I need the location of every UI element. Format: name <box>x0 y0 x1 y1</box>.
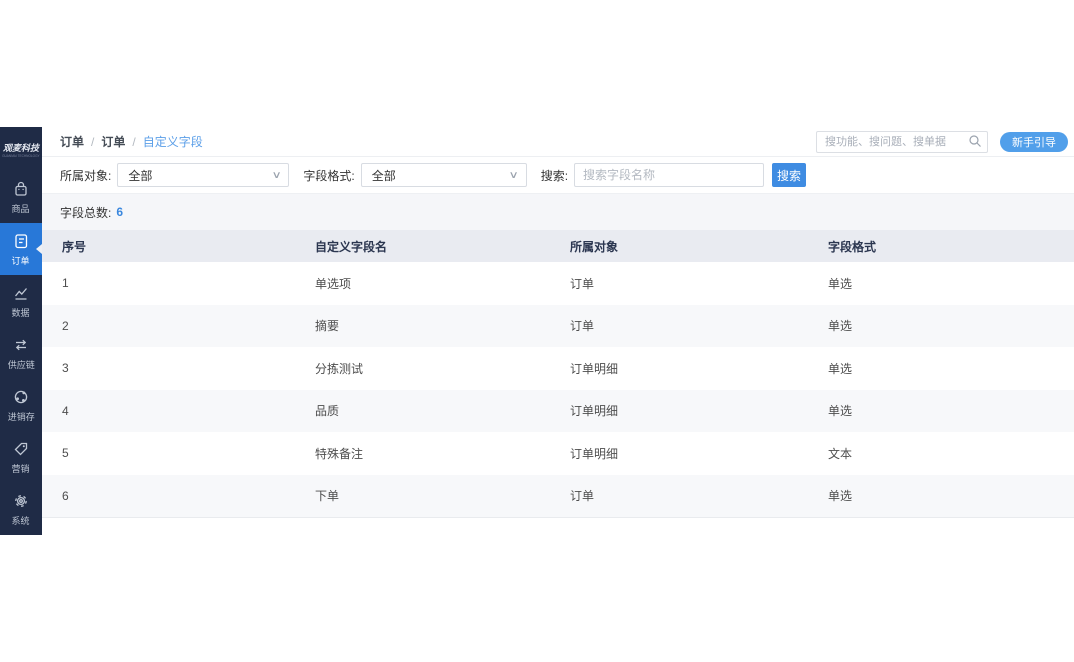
breadcrumb-separator: / <box>91 135 94 149</box>
table-cell: 下单 <box>310 487 565 504</box>
topbar-right: 新手引导 <box>816 131 1068 153</box>
sidebar-item-label: 供应链 <box>7 357 34 370</box>
sidebar-item-label: 数据 <box>12 305 30 318</box>
table-cell: 单选 <box>823 275 1074 292</box>
table-cell: 订单明细 <box>565 445 823 462</box>
chart-icon <box>12 284 30 302</box>
filter-bar: 所属对象: 全部 ∨ 字段格式: 全部 ∨ 搜索: 搜索 <box>42 157 1074 194</box>
table-cell: 订单明细 <box>565 402 823 419</box>
sidebar-item-label: 订单 <box>12 253 30 266</box>
sidebar-item-bag[interactable]: 商品 <box>0 171 42 223</box>
fields-table: 序号自定义字段名所属对象字段格式 1单选项订单单选2摘要订单单选3分拣测试订单明… <box>42 230 1074 518</box>
brand-logo: 观麦科技 GUANMAI TECHNOLOGY <box>0 127 42 171</box>
sidebar-item-exchange[interactable]: 供应链 <box>0 327 42 379</box>
table-cell: 6 <box>42 489 310 503</box>
table-row[interactable]: 2摘要订单单选 <box>42 305 1074 348</box>
owner-filter-label: 所属对象: <box>60 167 111 184</box>
main-content: 订单 / 订单 / 自定义字段 新手引导 <box>42 127 1074 535</box>
table-cell: 摘要 <box>310 317 565 334</box>
field-search-input[interactable] <box>574 163 764 187</box>
brand-name: 观麦科技 <box>3 141 39 154</box>
exchange-icon <box>12 336 30 354</box>
table-row[interactable]: 4品质订单明细单选 <box>42 390 1074 433</box>
table-cell: 2 <box>42 319 310 333</box>
table-cell: 单选项 <box>310 275 565 292</box>
field-count-label: 字段总数: <box>60 204 111 221</box>
gear-icon <box>12 492 30 510</box>
breadcrumb-item[interactable]: 订单 <box>101 133 125 150</box>
table-row[interactable]: 5特殊备注订单明细文本 <box>42 432 1074 475</box>
app-window: 观麦科技 GUANMAI TECHNOLOGY 商品订单数据供应链进销存营销系统… <box>0 127 1074 535</box>
search-button[interactable]: 搜索 <box>772 163 806 187</box>
breadcrumb-item[interactable]: 订单 <box>60 133 84 150</box>
format-filter-label: 字段格式: <box>303 167 354 184</box>
column-header: 所属对象 <box>565 238 823 255</box>
owner-filter-value: 全部 <box>128 167 152 184</box>
table-cell: 单选 <box>823 317 1074 334</box>
table-body: 1单选项订单单选2摘要订单单选3分拣测试订单明细单选4品质订单明细单选5特殊备注… <box>42 262 1074 518</box>
breadcrumb-separator: / <box>132 135 135 149</box>
table-cell: 订单 <box>565 317 823 334</box>
table-cell: 分拣测试 <box>310 360 565 377</box>
table-cell: 订单明细 <box>565 360 823 377</box>
column-header: 字段格式 <box>823 238 1074 255</box>
global-search <box>816 131 988 153</box>
sidebar: 观麦科技 GUANMAI TECHNOLOGY 商品订单数据供应链进销存营销系统 <box>0 127 42 535</box>
table-cell: 特殊备注 <box>310 445 565 462</box>
nodes-icon <box>12 388 30 406</box>
table-cell: 1 <box>42 276 310 290</box>
sidebar-item-label: 商品 <box>12 201 30 214</box>
column-header: 序号 <box>42 238 310 255</box>
newbie-guide-button[interactable]: 新手引导 <box>1000 132 1068 152</box>
sidebar-item-nodes[interactable]: 进销存 <box>0 379 42 431</box>
table-cell: 订单 <box>565 487 823 504</box>
tag-icon <box>12 440 30 458</box>
global-search-input[interactable] <box>816 131 988 153</box>
table-row[interactable]: 3分拣测试订单明细单选 <box>42 347 1074 390</box>
table-cell: 4 <box>42 404 310 418</box>
table-cell: 单选 <box>823 402 1074 419</box>
sidebar-item-label: 营销 <box>12 461 30 474</box>
field-search-label: 搜索: <box>541 167 568 184</box>
format-filter-select[interactable]: 全部 ∨ <box>361 163 527 187</box>
search-icon <box>968 134 982 153</box>
sidebar-item-order[interactable]: 订单 <box>0 223 42 275</box>
brand-tagline: GUANMAI TECHNOLOGY <box>2 154 40 158</box>
sidebar-item-gear[interactable]: 系统 <box>0 483 42 535</box>
sidebar-item-chart[interactable]: 数据 <box>0 275 42 327</box>
table-cell: 订单 <box>565 275 823 292</box>
chevron-down-icon: ∨ <box>509 170 519 181</box>
column-header: 自定义字段名 <box>310 238 565 255</box>
top-bar: 订单 / 订单 / 自定义字段 新手引导 <box>42 127 1074 157</box>
table-cell: 3 <box>42 361 310 375</box>
table-cell: 单选 <box>823 487 1074 504</box>
order-icon <box>12 232 30 250</box>
format-filter-value: 全部 <box>372 167 396 184</box>
table-cell: 文本 <box>823 445 1074 462</box>
sidebar-item-label: 系统 <box>12 513 30 526</box>
summary-band: 字段总数: 6 <box>42 194 1074 230</box>
breadcrumb-current: 自定义字段 <box>143 133 203 150</box>
field-count-value: 6 <box>116 205 123 219</box>
chevron-down-icon: ∨ <box>272 170 282 181</box>
table-cell: 品质 <box>310 402 565 419</box>
bag-icon <box>12 180 30 198</box>
sidebar-item-tag[interactable]: 营销 <box>0 431 42 483</box>
table-cell: 5 <box>42 446 310 460</box>
owner-filter-select[interactable]: 全部 ∨ <box>117 163 289 187</box>
breadcrumb: 订单 / 订单 / 自定义字段 <box>60 133 203 150</box>
table-row[interactable]: 6下单订单单选 <box>42 475 1074 518</box>
table-row[interactable]: 1单选项订单单选 <box>42 262 1074 305</box>
table-cell: 单选 <box>823 360 1074 377</box>
table-header: 序号自定义字段名所属对象字段格式 <box>42 230 1074 262</box>
sidebar-item-label: 进销存 <box>7 409 34 422</box>
